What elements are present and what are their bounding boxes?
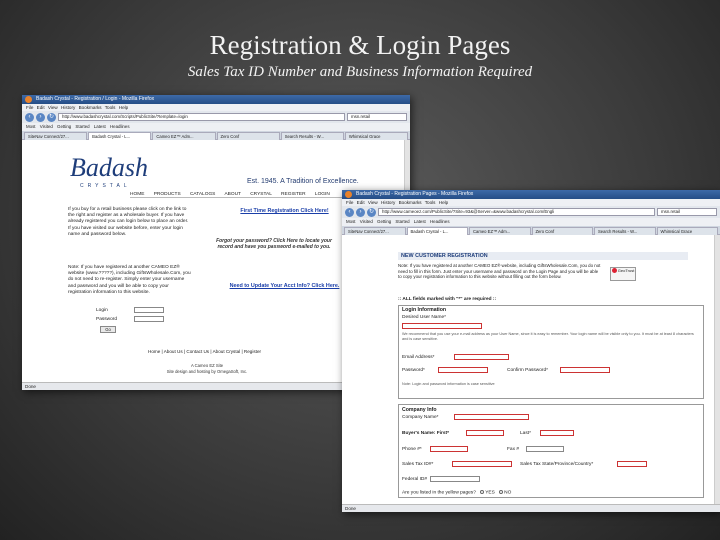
menu-bar[interactable]: File Edit View History Bookmarks Tools H… bbox=[342, 199, 720, 206]
password-input[interactable] bbox=[134, 316, 164, 322]
footer-links[interactable]: Home | About Us | Contact Us | About Cry… bbox=[148, 349, 261, 354]
geotrust-label: GeoTrust bbox=[617, 268, 635, 273]
password-note: Note: Login and password information is … bbox=[402, 382, 495, 386]
firefox-icon bbox=[345, 191, 352, 198]
desired-user-input[interactable] bbox=[402, 323, 482, 329]
slide-subtitle: Sales Tax ID Number and Business Informa… bbox=[187, 64, 533, 80]
no-radio[interactable] bbox=[499, 490, 504, 494]
intro-text: If you buy for a retail business please … bbox=[68, 207, 189, 237]
window-titlebar: Badash Crystal - Registration / Login - … bbox=[22, 95, 410, 104]
geotrust-badge[interactable]: GeoTrust bbox=[610, 267, 636, 281]
badash-logo[interactable]: Badash bbox=[70, 153, 148, 183]
sales-tax-label: Sales Tax ID#* bbox=[402, 462, 434, 467]
tagline: Est. 1945. A Tradition of Excellence. bbox=[247, 178, 359, 185]
bookmarks-bar[interactable]: Most Visited Getting Started Latest Head… bbox=[342, 218, 720, 226]
tab[interactable]: SiteNav Connect/27... bbox=[344, 227, 406, 235]
phone-input[interactable] bbox=[430, 446, 468, 452]
required-fields-note: :: ALL fields marked with "*" are requir… bbox=[398, 297, 497, 302]
forward-icon[interactable]: › bbox=[356, 207, 365, 217]
forgot-password-link[interactable]: Forgot your password? Click Here to loca… bbox=[214, 238, 334, 250]
slide-title: Registration & Login Pages bbox=[209, 30, 511, 60]
company-info-title: Company Info bbox=[402, 407, 437, 413]
reload-icon[interactable]: ↻ bbox=[47, 112, 56, 122]
password-input[interactable] bbox=[438, 367, 488, 373]
tab[interactable]: Whimsical Grace bbox=[656, 227, 718, 235]
tab[interactable]: Search Results - W... bbox=[280, 132, 344, 140]
firefox-icon bbox=[25, 96, 32, 103]
login-label: Login bbox=[96, 308, 108, 313]
password-label: Password* bbox=[402, 368, 425, 373]
company-name-label: Company Name* bbox=[402, 415, 439, 420]
update-account-link[interactable]: Need to Update Your Acct Info? Click Her… bbox=[217, 283, 352, 289]
footer-line-2: Site design and hosting by OmegaSoft, In… bbox=[166, 369, 248, 374]
tab[interactable]: Whimsical Grace bbox=[344, 132, 409, 140]
fax-label: Fax # bbox=[507, 447, 519, 452]
phone-label: Phone #* bbox=[402, 447, 422, 452]
tab[interactable]: Zero Conf bbox=[216, 132, 280, 140]
logo-subtitle: CRYSTAL bbox=[80, 183, 131, 189]
email-input[interactable] bbox=[454, 354, 509, 360]
fax-input[interactable] bbox=[526, 446, 564, 452]
yellow-pages-question: Are you listed in the yellow pages? YES … bbox=[402, 490, 511, 495]
registration-page-screenshot: Badash Crystal - Registration Pages - Mo… bbox=[342, 190, 720, 512]
reload-icon[interactable]: ↻ bbox=[367, 207, 376, 217]
menu-bar[interactable]: File Edit View History Bookmarks Tools H… bbox=[22, 104, 410, 111]
buyer-first-input[interactable] bbox=[466, 430, 504, 436]
navigation-toolbar: ‹ › ↻ http://www.cameoez.com/PublicSite/… bbox=[342, 206, 720, 218]
buyer-first-label: Buyer's Name: First* bbox=[402, 431, 449, 436]
yes-label: YES bbox=[485, 490, 495, 496]
first-time-registration-link[interactable]: First Time Registration Click Here! bbox=[237, 208, 332, 214]
yes-radio[interactable] bbox=[480, 490, 485, 494]
footer-line-1: A Cameo EZ Site bbox=[190, 363, 224, 368]
confirm-password-label: Confirm Password* bbox=[507, 368, 549, 373]
registration-note: Note: If you have registered at another … bbox=[398, 263, 601, 280]
tab-strip: SiteNav Connect/27... Badash Crystal - L… bbox=[22, 131, 410, 140]
sales-tax-state-input[interactable] bbox=[617, 461, 647, 467]
login-input[interactable] bbox=[134, 307, 164, 313]
window-title: Badash Crystal - Registration Pages - Mo… bbox=[356, 191, 474, 197]
back-icon[interactable]: ‹ bbox=[345, 207, 354, 217]
buyer-last-label: Last* bbox=[520, 431, 531, 436]
login-note: We recommend that you use your e-mail ad… bbox=[402, 332, 694, 341]
sales-tax-state-label: Sales Tax State/Province/Country* bbox=[520, 462, 594, 467]
geotrust-icon bbox=[611, 268, 617, 274]
scrollbar[interactable] bbox=[714, 235, 720, 504]
registration-header: NEW CUSTOMER REGISTRATION bbox=[398, 252, 688, 260]
confirm-password-input[interactable] bbox=[560, 367, 610, 373]
password-label: Password bbox=[96, 317, 118, 322]
tab-strip: SiteNav Connect/27... Badash Crystal - L… bbox=[342, 226, 720, 235]
tab[interactable]: Cameo EZ™ Adm... bbox=[152, 132, 216, 140]
tab[interactable]: SiteNav Connect/27... bbox=[24, 132, 88, 140]
search-box[interactable]: msn.retail bbox=[657, 208, 717, 216]
window-title: Badash Crystal - Registration / Login - … bbox=[36, 96, 155, 102]
status-bar: Done bbox=[342, 504, 720, 512]
address-bar[interactable]: http://www.badashcrystal.com/Scripts/Pub… bbox=[58, 113, 345, 121]
email-label: Email Address* bbox=[402, 355, 435, 360]
address-bar[interactable]: http://www.cameoez.com/PublicSite/?Site=… bbox=[378, 208, 655, 216]
tab[interactable]: Zero Conf bbox=[531, 227, 593, 235]
desired-user-label: Desired User Name* bbox=[402, 315, 446, 320]
company-name-input[interactable] bbox=[454, 414, 529, 420]
note-text: Note: If you have registered at another … bbox=[68, 265, 191, 295]
federal-id-input[interactable] bbox=[430, 476, 480, 482]
bookmarks-bar[interactable]: Most Visited Getting Started Latest Head… bbox=[22, 123, 410, 131]
login-info-title: Login Information bbox=[402, 307, 447, 313]
tab-active[interactable]: Badash Crystal - L... bbox=[406, 227, 468, 235]
search-box[interactable]: msn.retail bbox=[347, 113, 407, 121]
forward-icon[interactable]: › bbox=[36, 112, 45, 122]
window-titlebar: Badash Crystal - Registration Pages - Mo… bbox=[342, 190, 720, 199]
tab[interactable]: Search Results - W... bbox=[594, 227, 656, 235]
yellow-pages-label: Are you listed in the yellow pages? bbox=[402, 490, 476, 496]
federal-id-label: Federal ID# bbox=[402, 477, 428, 482]
buyer-last-input[interactable] bbox=[540, 430, 574, 436]
sales-tax-input[interactable] bbox=[452, 461, 512, 467]
no-label: NO bbox=[504, 490, 512, 496]
tab-active[interactable]: Badash Crystal - L... bbox=[88, 132, 152, 140]
back-icon[interactable]: ‹ bbox=[25, 112, 34, 122]
navigation-toolbar: ‹ › ↻ http://www.badashcrystal.com/Scrip… bbox=[22, 111, 410, 123]
go-button[interactable]: Go bbox=[100, 326, 116, 333]
tab[interactable]: Cameo EZ™ Adm... bbox=[469, 227, 531, 235]
